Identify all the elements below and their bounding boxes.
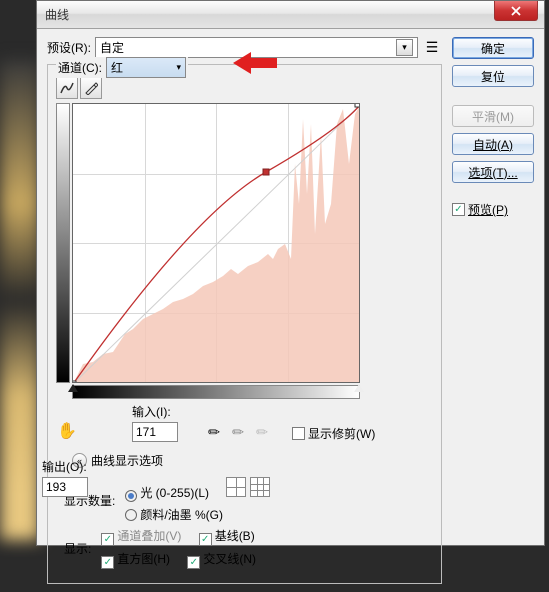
intersection-checkbox[interactable]: ✓交叉线(N)	[187, 552, 256, 566]
output-input[interactable]: 193	[42, 477, 88, 497]
display-options-label: 曲线显示选项	[91, 452, 163, 469]
close-button[interactable]	[494, 1, 538, 21]
input-input[interactable]: 171	[132, 422, 178, 442]
show-clip-checkbox[interactable]: 显示修剪(W)	[292, 425, 375, 442]
smooth-button[interactable]: 平滑(M)	[452, 105, 534, 127]
white-eyedropper-icon[interactable]: ✎	[248, 418, 276, 446]
titlebar[interactable]: 曲线	[37, 1, 544, 29]
options-button[interactable]: 选项(T)...	[452, 161, 534, 183]
output-label: 输出(O):	[42, 458, 88, 475]
baseline-checkbox[interactable]: ✓基线(B)	[199, 529, 255, 543]
channel-overlay-checkbox[interactable]: ✓通道叠加(V)	[101, 529, 181, 543]
curve-canvas[interactable]	[72, 103, 360, 383]
preset-label: 预设(R):	[47, 39, 91, 56]
show-label: 显示:	[64, 540, 91, 557]
channel-select[interactable]: 红 ▾	[106, 57, 186, 78]
ok-button[interactable]: 确定	[452, 37, 534, 59]
grid-simple-icon[interactable]	[226, 477, 246, 497]
input-gradient[interactable]	[72, 385, 360, 399]
curves-dialog: 曲线 预设(R): 自定 ▾ ☰ 通道(C): 红 ▾	[36, 0, 545, 546]
curve-icon	[59, 81, 75, 95]
preset-value: 自定	[100, 39, 124, 56]
curve-group: 通道(C): 红 ▾	[47, 64, 442, 584]
channel-label: 通道(C):	[58, 59, 102, 76]
preview-checkbox[interactable]: ✓预览(P)	[452, 201, 534, 218]
close-icon	[510, 6, 522, 16]
pigment-radio[interactable]: 颜料/油墨 %(G)	[125, 508, 223, 522]
histogram-checkbox[interactable]: ✓直方图(H)	[101, 552, 170, 566]
output-gradient	[56, 103, 70, 383]
cancel-button[interactable]: 复位	[452, 65, 534, 87]
white-point-slider[interactable]	[354, 384, 364, 392]
chevron-down-icon: ▾	[396, 39, 413, 56]
auto-button[interactable]: 自动(A)	[452, 133, 534, 155]
channel-value: 红	[111, 59, 123, 76]
curve-svg	[73, 104, 360, 383]
light-radio[interactable]: 光 (0-255)(L)	[125, 486, 209, 500]
black-point-slider[interactable]	[68, 384, 78, 392]
window-title: 曲线	[45, 6, 69, 23]
preset-menu-icon[interactable]: ☰	[422, 39, 442, 57]
chevron-down-icon: ▾	[176, 62, 181, 73]
pencil-icon	[84, 81, 98, 95]
grid-detailed-icon[interactable]	[250, 477, 270, 497]
hand-tool-icon[interactable]: ✋	[56, 420, 78, 442]
annotation-arrow	[233, 52, 277, 74]
pencil-tool-button[interactable]	[80, 77, 102, 99]
input-label: 输入(I):	[132, 403, 178, 420]
curve-tool-button[interactable]	[56, 77, 78, 99]
